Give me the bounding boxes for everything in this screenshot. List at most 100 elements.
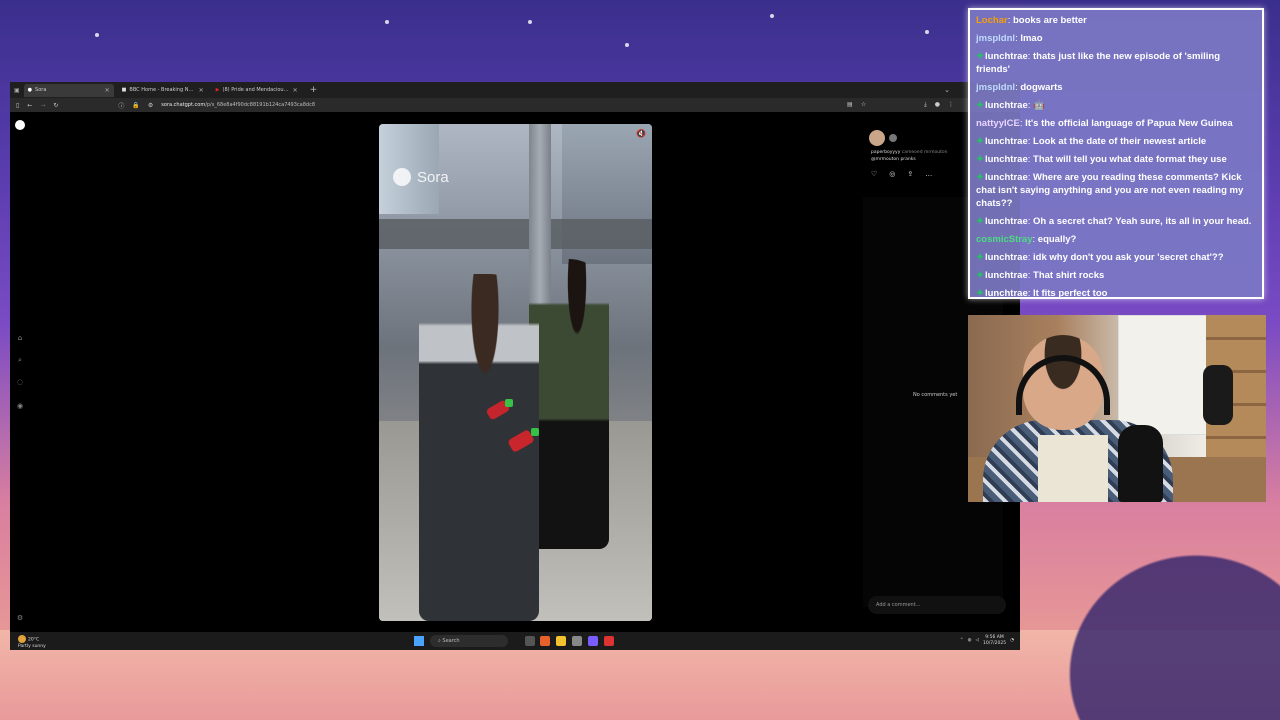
weather-widget[interactable]: 20°C Partly sunny [18, 635, 46, 650]
new-tab-icon[interactable]: + [310, 85, 318, 95]
cameo-avatar[interactable] [889, 134, 897, 142]
chat-message: Lochar: books are better [976, 14, 1256, 27]
sub-badge-icon: ✦ [976, 252, 984, 263]
notification-icon[interactable]: ◔ [1010, 638, 1014, 644]
taskbar-search-label: Search [442, 638, 460, 644]
menu-icon[interactable]: ⋮ [948, 101, 954, 109]
firefox-icon[interactable] [540, 636, 550, 646]
cameo-user[interactable]: mrmouton [924, 150, 948, 155]
chat-username[interactable]: lunchtrae [985, 172, 1028, 183]
share-icon[interactable]: ⇪ [907, 170, 913, 178]
forward-icon[interactable]: → [40, 102, 45, 109]
volume-icon[interactable]: ◁ [976, 638, 979, 644]
windows-start-icon[interactable] [414, 636, 424, 646]
tab-sora[interactable]: ● Sora ✕ [23, 83, 114, 97]
chat-text: 🤖 [1033, 100, 1045, 111]
file-explorer-icon[interactable] [556, 636, 566, 646]
star-icon[interactable]: ☆ [861, 101, 866, 109]
more-icon[interactable]: … [925, 170, 932, 178]
address-bar: ▯ ← → ↻ ⓘ 🔒 ⚙ sora.chatgpt.com/p/s_68e8a… [10, 98, 1020, 112]
webcam-background [1203, 365, 1233, 425]
back-icon[interactable]: ← [27, 102, 32, 109]
chat-message: ✦lunchtrae: Look at the date of their ne… [976, 135, 1256, 148]
post-actions: ♡ ◎ ⇪ … [871, 170, 932, 178]
tab-youtube[interactable]: ▶ (8) Pride and Mendaciousness ✕ [212, 84, 302, 97]
sub-badge-icon: ✦ [976, 51, 984, 62]
star-decoration [385, 20, 389, 24]
webcam-feed [968, 315, 1266, 502]
site-settings-icon[interactable]: ⚙ [148, 102, 153, 109]
video-scene [379, 219, 652, 249]
weather-text: Partly sunny [18, 643, 46, 649]
search-icon[interactable]: ⌕ [16, 356, 24, 364]
sora-logo-icon[interactable] [15, 120, 25, 130]
tray-chevron-icon[interactable]: ⌃ [960, 638, 964, 644]
sora-watermark: Sora [393, 168, 449, 186]
chat-username[interactable]: lunchtrae [985, 288, 1028, 297]
avatar[interactable] [869, 130, 885, 146]
chevron-down-icon[interactable]: ⌄ [944, 86, 950, 94]
sun-icon [18, 635, 26, 643]
reader-icon[interactable]: ▤ [847, 101, 853, 109]
chat-username[interactable]: lunchtrae [985, 216, 1028, 227]
close-icon[interactable]: ✕ [293, 87, 298, 94]
clock[interactable]: 9:56 AM 10/7/2025 [983, 635, 1006, 647]
chat-username[interactable]: lunchtrae [985, 252, 1028, 263]
star-decoration [770, 14, 774, 18]
taskbar-search[interactable]: ⌕ Search [430, 635, 508, 647]
chat-username[interactable]: Lochar [976, 15, 1008, 26]
download-icon[interactable]: ⤓ [924, 101, 927, 109]
weather-temp: 20°C [28, 637, 40, 643]
bell-icon[interactable]: ◌ [16, 378, 24, 386]
chat-username[interactable]: jmspldnl [976, 33, 1015, 44]
close-icon[interactable]: ✕ [105, 87, 110, 94]
app-icon[interactable] [572, 636, 582, 646]
chat-username[interactable]: cosmicStray [976, 234, 1033, 245]
chat-message: ✦lunchtrae: Where are you reading these … [976, 171, 1256, 210]
chat-username[interactable]: lunchtrae [985, 154, 1028, 165]
reload-icon[interactable]: ↻ [53, 102, 58, 109]
comment-input[interactable]: Add a comment... [868, 596, 1006, 614]
url-field[interactable]: sora.chatgpt.com/p/s_68e8a4f90dc88191b12… [161, 102, 315, 108]
home-icon[interactable]: ⌂ [16, 334, 24, 342]
chat-username[interactable]: lunchtrae [985, 51, 1028, 62]
bbc-favicon-icon: ■ [121, 87, 127, 93]
chat-text: Look at the date of their newest article [1033, 136, 1207, 147]
chat-username[interactable]: lunchtrae [985, 270, 1028, 281]
tab-actions-icon[interactable]: ▣ [14, 87, 20, 94]
remix-icon[interactable]: ◎ [889, 170, 895, 178]
mute-icon[interactable]: 🔇 [636, 129, 646, 138]
video-person [529, 259, 609, 549]
video-player[interactable]: Sora 🔇 [379, 124, 652, 621]
star-decoration [528, 20, 532, 24]
heart-icon[interactable]: ♡ [871, 170, 877, 178]
task-view-icon[interactable] [525, 636, 535, 646]
chat-text: idk why don't you ask your 'secret chat'… [1033, 252, 1224, 263]
chat-message: ✦lunchtrae: 🤖 [976, 99, 1256, 112]
video-prop [531, 428, 539, 436]
close-icon[interactable]: ✕ [199, 87, 204, 94]
chat-message: ✦lunchtrae: It fits perfect too [976, 287, 1256, 297]
stream-chat: Lochar: books are better jmspldnl: lmao ✦l… [968, 8, 1264, 299]
tab-bbc[interactable]: ■ BBC Home - Breaking News, W ✕ [118, 84, 208, 97]
obs-icon[interactable] [604, 636, 614, 646]
author-name[interactable]: paperboyyyy [871, 150, 900, 155]
chat-username[interactable]: lunchtrae [985, 100, 1028, 111]
sidebar-toggle-icon[interactable]: ▯ [16, 102, 19, 109]
chat-username[interactable]: jmspldnl [976, 82, 1015, 93]
discord-icon[interactable] [588, 636, 598, 646]
settings-icon[interactable]: ⚙ [16, 614, 24, 622]
chat-username[interactable]: nattyyICE [976, 118, 1020, 129]
info-icon[interactable]: ⓘ [118, 101, 124, 110]
chat-text: lmao [1020, 33, 1043, 44]
chat-message: ✦lunchtrae: idk why don't you ask your '… [976, 251, 1256, 264]
chat-message: ✦lunchtrae: thats just like the new epis… [976, 50, 1256, 76]
clock-date: 10/7/2025 [982, 641, 1007, 646]
network-icon[interactable]: ◍ [968, 638, 972, 644]
chat-text: That will tell you what date format they… [1033, 154, 1227, 165]
profile-icon[interactable]: ◉ [16, 402, 24, 410]
star-decoration [625, 43, 629, 47]
extensions-icon[interactable]: ● [935, 101, 940, 109]
youtube-favicon-icon: ▶ [215, 87, 220, 93]
chat-username[interactable]: lunchtrae [985, 136, 1028, 147]
